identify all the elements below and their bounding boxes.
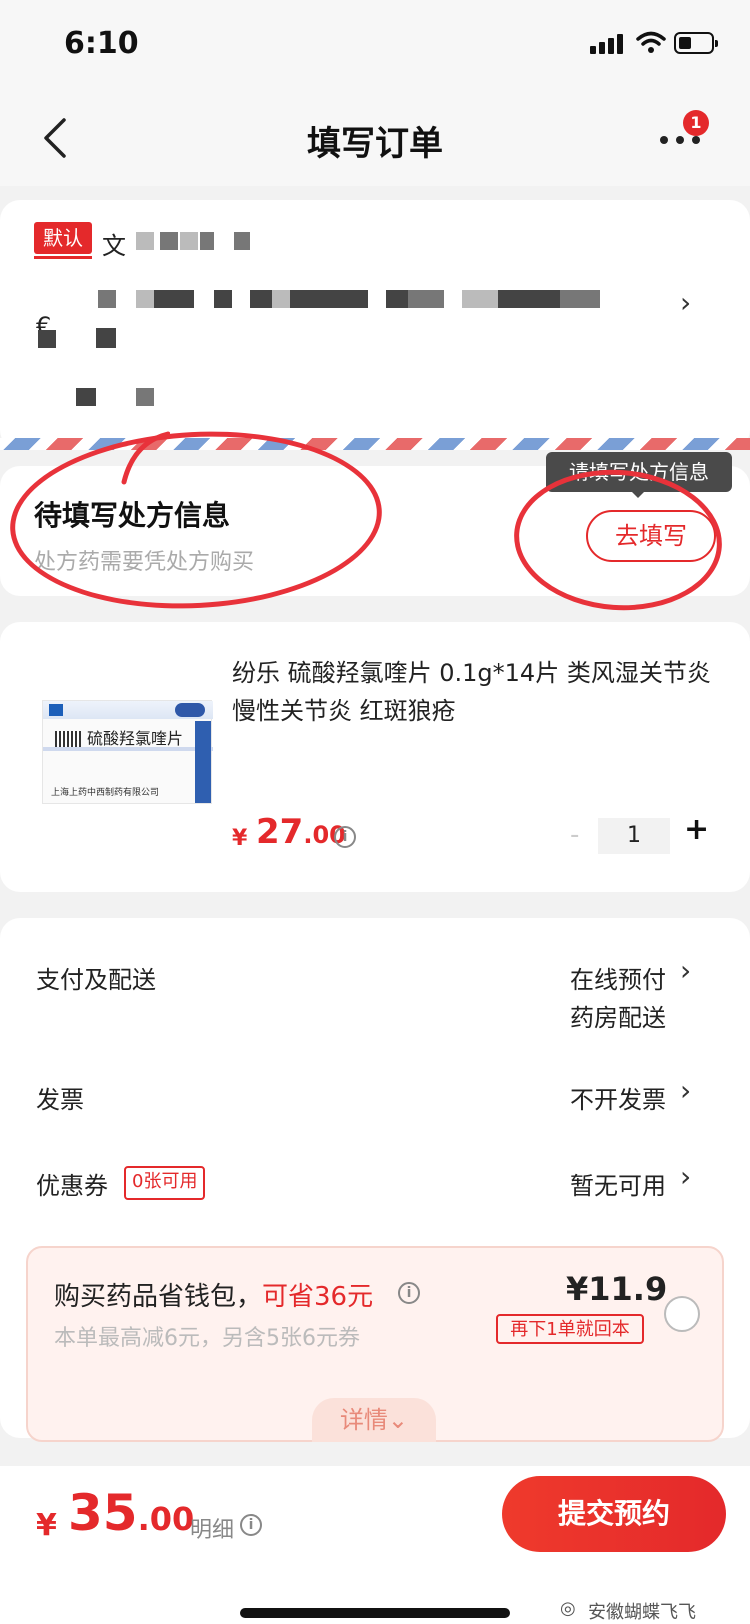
savings-amount: 可省36元 [262,1282,374,1312]
redacted-phone [136,388,154,406]
redacted-address [154,290,194,308]
total-price: 35.00 [68,1484,194,1542]
invoice-value[interactable]: 不开发票 [570,1080,666,1115]
address-chevron-icon[interactable]: › [680,286,691,319]
status-time: 6:10 [64,26,139,61]
quantity-plus-button[interactable]: + [684,812,709,847]
coupon-count-tag: 0张可用 [124,1166,206,1200]
submit-reservation-button[interactable]: 提交预约 [502,1476,726,1552]
quantity-input[interactable]: 1 [598,818,670,854]
invoice-chevron-icon[interactable]: › [680,1074,691,1107]
coupon-value[interactable]: 暂无可用 [570,1166,666,1201]
redacted-address [462,290,498,308]
savings-subtitle: 本单最高减6元，另含5张6元券 [54,1326,360,1351]
redacted-address [408,290,444,308]
savings-price: ¥11.9 [566,1270,668,1308]
page-title: 填写订单 [307,124,443,164]
battery-icon [674,32,718,54]
quantity-minus-button[interactable]: - [570,820,579,850]
savings-title: 购买药品省钱包，可省36元 [54,1276,373,1313]
savings-title-text: 购买药品省钱包， [54,1282,263,1312]
redacted-address [250,290,272,308]
redacted-phone [76,388,96,406]
redacted-address [136,290,154,308]
product-price: 27.00 [256,812,346,852]
total-decimal: .00 [137,1500,195,1538]
savings-payback-badge: 再下1单就回本 [496,1314,644,1344]
redacted-name [200,232,214,250]
payment-chevron-icon[interactable]: › [680,954,691,987]
redacted-address [214,290,232,308]
watermark-text: 安徽蝴蝶飞飞 [588,1602,696,1623]
total-integer: 35 [68,1484,138,1542]
wifi-icon [636,31,666,53]
redacted-address [38,330,56,348]
product-image-name: 硫酸羟氯喹片 [87,729,184,748]
payment-method-value[interactable]: 在线预付 [570,960,666,995]
notification-badge: 1 [683,110,709,136]
price-currency: ¥ [232,826,248,851]
total-info-icon[interactable]: i [240,1514,262,1536]
redacted-address [96,328,116,348]
product-title: 纷乐 硫酸羟氯喹片 0.1g*14片 类风湿关节炎 慢性关节炎 红斑狼疮 [232,659,711,725]
default-address-tag: 默认 [34,222,92,254]
coupon-chevron-icon[interactable]: › [680,1160,691,1193]
redacted-name [234,232,250,250]
redacted-name [136,232,154,250]
payment-delivery-label: 支付及配送 [36,966,156,994]
product-image[interactable]: 硫酸羟氯喹片 上海上药中西制药有限公司 [42,700,213,804]
savings-info-icon[interactable]: i [398,1282,420,1304]
invoice-label: 发票 [36,1086,84,1114]
savings-detail-toggle[interactable]: 详情⌄ [312,1398,436,1442]
redacted-address [498,290,560,308]
redacted-address [290,290,368,308]
price-integer: 27 [256,812,304,852]
recipient-name: 文 [102,232,126,260]
price-info-icon[interactable]: i [334,826,356,848]
home-indicator [240,1608,510,1618]
total-currency: ¥ [36,1508,57,1543]
redacted-address [560,290,600,308]
delivery-method-value[interactable]: 药房配送 [570,998,666,1033]
savings-select-radio[interactable] [664,1296,700,1332]
product-image-maker: 上海上药中西制药有限公司 [51,788,160,798]
redacted-name [160,232,178,250]
redacted-address [272,290,290,308]
redacted-name [180,232,198,250]
redacted-address [386,290,408,308]
price-detail-link[interactable]: 明细 [190,1512,234,1544]
coupon-label: 优惠券 [36,1172,108,1200]
wechat-icon: ◎ [560,1598,576,1619]
redacted-address [98,290,116,308]
annotation-stroke [121,431,170,485]
signal-icon [590,32,626,54]
default-tag-underline [34,256,92,259]
